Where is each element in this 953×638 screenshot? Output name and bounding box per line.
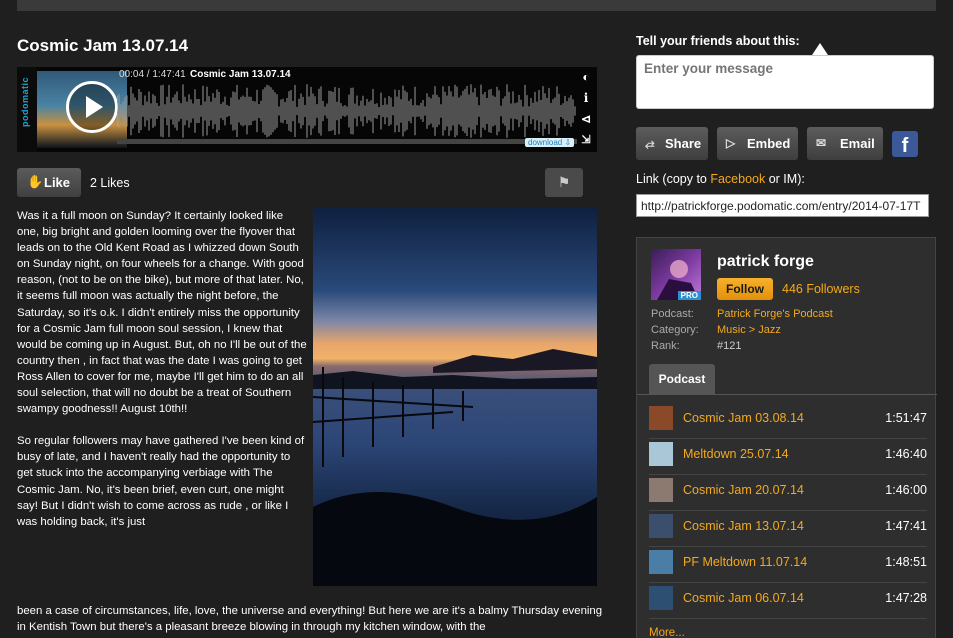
play-icon[interactable] bbox=[66, 81, 118, 133]
top-bar bbox=[17, 0, 936, 11]
follow-button[interactable]: Follow bbox=[717, 278, 773, 300]
volume-icon[interactable]: ◐ bbox=[579, 70, 593, 84]
email-button[interactable]: ✉ Email bbox=[807, 127, 883, 160]
episode-row-title[interactable]: Cosmic Jam 20.07.14 bbox=[683, 483, 804, 497]
email-label: Email bbox=[840, 136, 875, 151]
episode-row-duration: 1:48:51 bbox=[885, 555, 927, 569]
download-label: download bbox=[528, 138, 563, 147]
player-time: 00:04 / 1:47:41 bbox=[119, 69, 186, 80]
facebook-link[interactable]: Facebook bbox=[710, 172, 765, 186]
rank-value: #121 bbox=[717, 340, 742, 352]
episode-row-duration: 1:46:00 bbox=[885, 483, 927, 497]
episode-row[interactable]: Cosmic Jam 06.07.14 1:47:28 bbox=[649, 583, 927, 619]
share-heading: Tell your friends about this: bbox=[636, 34, 800, 48]
thumb-up-icon: ✋ bbox=[27, 174, 44, 189]
share-nodes-icon: ⥄ bbox=[645, 136, 655, 150]
episode-description: Was it a full moon on Sunday? It certain… bbox=[17, 208, 307, 530]
episode-row-duration: 1:46:40 bbox=[885, 447, 927, 461]
embed-label: Embed bbox=[747, 136, 791, 151]
flag-icon: ⚑ bbox=[557, 174, 571, 190]
waveform[interactable] bbox=[117, 81, 577, 145]
episode-row-duration: 1:47:28 bbox=[885, 591, 927, 605]
episode-thumbnail bbox=[649, 442, 673, 466]
episode-title: Cosmic Jam 13.07.14 bbox=[17, 36, 189, 55]
profile-card: PRO patrick forge Follow 446 Followers P… bbox=[636, 237, 937, 638]
avatar[interactable]: PRO bbox=[651, 249, 701, 300]
link-label-post: or IM): bbox=[765, 172, 805, 186]
description-paragraph: So regular followers may have gathered I… bbox=[17, 435, 305, 528]
embed-icon: ▷ bbox=[726, 136, 736, 150]
audio-player[interactable]: podomatic 00:04 / 1:47:41 Cosmic Jam 13.… bbox=[17, 67, 597, 152]
row-divider bbox=[649, 618, 927, 619]
category-link[interactable]: Music > Jazz bbox=[717, 324, 781, 336]
more-link[interactable]: More... bbox=[649, 627, 685, 638]
episode-row-title[interactable]: Cosmic Jam 03.08.14 bbox=[683, 411, 804, 425]
description-paragraph: Was it a full moon on Sunday? It certain… bbox=[17, 210, 307, 416]
episode-row-title[interactable]: PF Meltdown 11.07.14 bbox=[683, 555, 807, 569]
episode-row[interactable]: Cosmic Jam 20.07.14 1:46:00 bbox=[649, 475, 927, 511]
share-label: Share bbox=[665, 136, 702, 151]
episode-row-duration: 1:51:47 bbox=[885, 411, 927, 425]
episode-row[interactable]: Cosmic Jam 13.07.14 1:47:41 bbox=[649, 511, 927, 547]
pro-badge: PRO bbox=[677, 291, 701, 300]
episode-thumbnail bbox=[649, 478, 673, 502]
episode-thumbnail bbox=[649, 586, 673, 610]
episode-thumbnail bbox=[649, 550, 673, 574]
player-scrubber[interactable] bbox=[117, 139, 577, 144]
speech-bubble-tail bbox=[812, 43, 828, 55]
episode-row[interactable]: Cosmic Jam 03.08.14 1:51:47 bbox=[649, 403, 927, 439]
likes-count[interactable]: 2 Likes bbox=[90, 176, 130, 190]
like-button[interactable]: ✋ Like bbox=[17, 168, 81, 197]
facebook-icon[interactable]: f bbox=[892, 131, 918, 157]
category-label: Category: bbox=[651, 324, 699, 336]
embed-button[interactable]: ▷ Embed bbox=[717, 127, 798, 160]
episode-thumbnail bbox=[649, 514, 673, 538]
episode-row[interactable]: PF Meltdown 11.07.14 1:48:51 bbox=[649, 547, 927, 583]
share-icon[interactable]: ⊲ bbox=[579, 112, 593, 126]
link-label-pre: Link (copy to bbox=[636, 172, 711, 186]
episode-row-title[interactable]: Cosmic Jam 13.07.14 bbox=[683, 519, 804, 533]
tab-podcast[interactable]: Podcast bbox=[649, 364, 715, 394]
fullscreen-icon[interactable]: ⇲ bbox=[579, 133, 593, 146]
share-message-input[interactable] bbox=[636, 55, 934, 109]
info-icon[interactable]: i bbox=[579, 91, 593, 105]
like-label: Like bbox=[44, 175, 71, 190]
followers-count[interactable]: 446 Followers bbox=[782, 282, 860, 296]
episode-row-duration: 1:47:41 bbox=[885, 519, 927, 533]
podomatic-brand: podomatic bbox=[17, 67, 37, 152]
link-label: Link (copy to Facebook or IM): bbox=[636, 172, 805, 186]
description-paragraph-continued: been a case of circumstances, life, love… bbox=[17, 605, 603, 634]
episode-row-title[interactable]: Cosmic Jam 06.07.14 bbox=[683, 591, 804, 605]
permalink-input[interactable] bbox=[636, 194, 929, 217]
rank-label: Rank: bbox=[651, 340, 680, 352]
share-button[interactable]: ⥄ Share bbox=[636, 127, 708, 160]
episode-row-title[interactable]: Meltdown 25.07.14 bbox=[683, 447, 789, 461]
episode-row[interactable]: Meltdown 25.07.14 1:46:40 bbox=[649, 439, 927, 475]
episode-photo bbox=[313, 207, 597, 586]
episode-thumbnail bbox=[649, 406, 673, 430]
tab-divider bbox=[637, 394, 937, 395]
download-button[interactable]: download ⇩ bbox=[525, 138, 575, 147]
podcast-label: Podcast: bbox=[651, 308, 694, 320]
podcast-link[interactable]: Patrick Forge's Podcast bbox=[717, 308, 833, 320]
flag-button[interactable]: ⚑ bbox=[545, 168, 583, 197]
player-track-title: Cosmic Jam 13.07.14 bbox=[190, 69, 291, 80]
brand-label: podomatic bbox=[20, 76, 30, 127]
email-icon: ✉ bbox=[816, 136, 827, 150]
profile-name[interactable]: patrick forge bbox=[717, 253, 814, 271]
